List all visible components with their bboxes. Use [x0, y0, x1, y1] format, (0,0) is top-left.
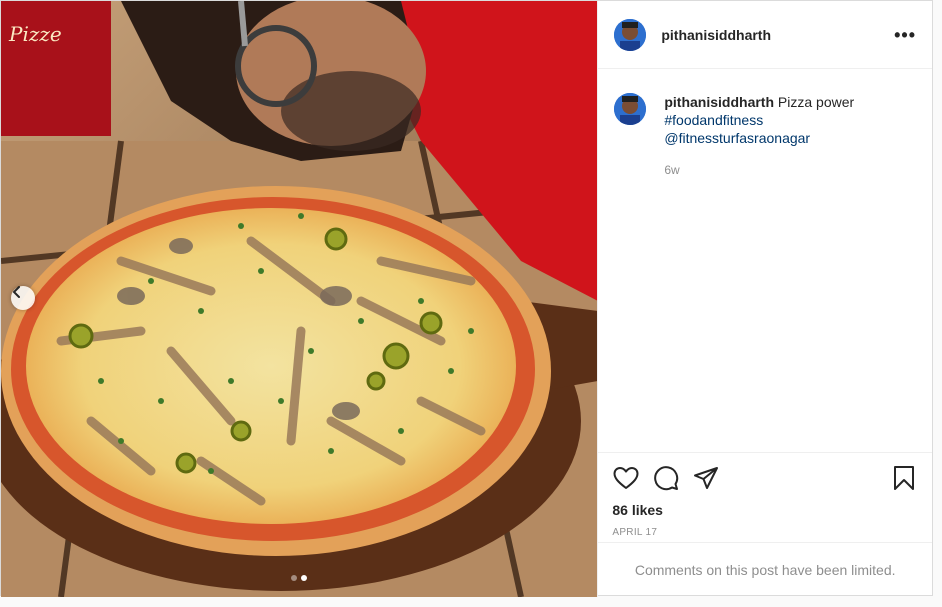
previous-slide-button[interactable]	[11, 286, 35, 310]
avatar[interactable]	[614, 18, 647, 51]
post-side-panel: pithanisiddharth ••• pithanisiddharth Pi…	[597, 1, 932, 597]
carousel-dot-active	[301, 575, 307, 581]
pizza-photo-illustration: Pizze	[1, 1, 598, 597]
caption-username[interactable]: pithanisiddharth	[664, 94, 774, 110]
svg-text:Pizze: Pizze	[8, 22, 62, 46]
caption-avatar[interactable]	[614, 93, 647, 125]
carousel-indicator	[291, 575, 307, 581]
profile-picture	[614, 93, 647, 125]
more-options-icon[interactable]: •••	[894, 26, 916, 44]
post-header: pithanisiddharth •••	[598, 1, 932, 69]
post-dialog: Pizze pithanisiddharth ••• pithanisiddha…	[0, 0, 933, 597]
comment-button[interactable]	[652, 464, 680, 492]
comment-bubble-icon	[654, 466, 679, 491]
heart-icon	[613, 467, 639, 489]
action-icons	[612, 463, 918, 493]
bookmark-icon	[894, 466, 914, 490]
post-photo[interactable]: Pizze	[1, 1, 598, 597]
mention-link[interactable]: @fitnessturfasraonagar	[664, 129, 854, 147]
share-button[interactable]	[692, 464, 720, 492]
chevron-left-icon	[13, 286, 20, 298]
post-date[interactable]: APRIL 17	[612, 527, 918, 538]
header-username[interactable]: pithanisiddharth	[661, 27, 771, 43]
paper-plane-icon	[694, 467, 719, 489]
save-button[interactable]	[890, 464, 918, 492]
caption-text: Pizza power	[777, 94, 855, 110]
likes-count[interactable]: 86 likes	[612, 502, 918, 518]
carousel-dot	[291, 575, 297, 581]
hashtag-link[interactable]: #foodandfitness	[664, 111, 854, 129]
comments-area: pithanisiddharth Pizza power #foodandfit…	[598, 69, 932, 452]
caption-timestamp[interactable]: 6w	[664, 161, 854, 179]
action-bar: 86 likes APRIL 17	[598, 452, 932, 542]
caption: pithanisiddharth Pizza power #foodandfit…	[614, 93, 916, 179]
comments-limited-notice: Comments on this post have been limited.	[598, 542, 932, 597]
like-button[interactable]	[612, 464, 640, 492]
profile-picture	[614, 18, 647, 51]
caption-body: pithanisiddharth Pizza power #foodandfit…	[664, 93, 854, 179]
